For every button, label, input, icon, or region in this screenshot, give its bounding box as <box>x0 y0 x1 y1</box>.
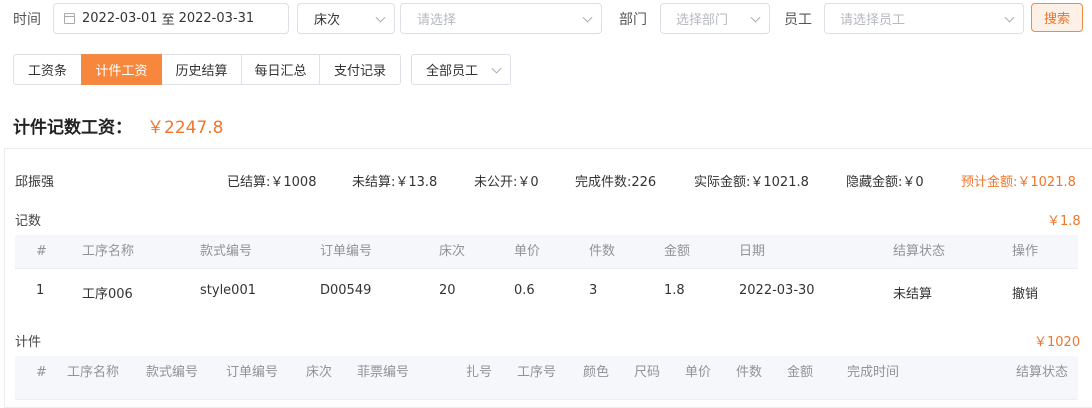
col-bed: 床次 <box>439 244 466 259</box>
piece-table-header: # 工序名称 款式编号 订单编号 床次 菲票编号 扎号 工序号 颜色 尺码 单价… <box>15 356 1078 400</box>
chevron-down-icon <box>375 12 386 23</box>
col-order: 订单编号 <box>320 244 373 259</box>
cell-price: 0.6 <box>514 283 535 298</box>
col-date: 日期 <box>739 244 766 259</box>
count-table-header: # 工序名称 款式编号 订单编号 床次 单价 件数 金额 日期 结算状态 操作 <box>15 235 1078 269</box>
col-bundle: 扎号 <box>466 365 493 380</box>
bed-label: 床次 <box>314 13 341 28</box>
col-style: 款式编号 <box>146 365 199 380</box>
emp-placeholder: 请选择员工 <box>840 13 906 28</box>
dept-select[interactable]: 选择部门 <box>660 3 770 34</box>
col-color: 颜色 <box>583 365 610 380</box>
time-label: 时间 <box>13 12 41 28</box>
cell-bed: 20 <box>439 283 456 298</box>
col-finish-time: 完成时间 <box>847 365 900 380</box>
worker-name: 邱振强 <box>15 175 55 190</box>
hidden-amount: 隐藏金额:￥0 <box>846 175 924 190</box>
revoke-link[interactable]: 撤销 <box>1012 283 1038 302</box>
employee-select[interactable]: 请选择员工 <box>824 3 1024 34</box>
unpublic-amount: 未公开:￥0 <box>474 175 539 190</box>
dept-label: 部门 <box>619 12 647 28</box>
cell-order: D00549 <box>320 283 372 298</box>
col-process: 工序名称 <box>82 244 135 259</box>
count-section-amount: ￥1.8 <box>1047 214 1081 229</box>
unsettled-amount: 未结算:￥13.8 <box>352 175 438 190</box>
chevron-down-icon <box>750 12 761 23</box>
count-section-label: 记数 <box>15 214 42 229</box>
tab-piece-wage[interactable]: 计件工资 <box>81 54 162 85</box>
piece-section-amount: ￥1020 <box>1034 335 1081 350</box>
all-employees-select[interactable]: 全部员工 <box>411 54 511 85</box>
col-status: 结算状态 <box>1016 365 1069 380</box>
col-bed: 床次 <box>306 365 333 380</box>
col-style: 款式编号 <box>200 244 253 259</box>
col-size: 尺码 <box>634 365 661 380</box>
piece-section-label: 计件 <box>15 335 42 350</box>
all-employees-label: 全部员工 <box>426 64 479 79</box>
cell-qty: 3 <box>589 283 598 298</box>
calendar-icon <box>64 13 75 24</box>
completed-count: 完成件数:226 <box>575 175 657 190</box>
col-action: 操作 <box>1012 244 1039 259</box>
cell-process: 工序006 <box>82 287 133 302</box>
estimated-amount: 预计金额:￥1021.8 <box>961 175 1076 190</box>
total-amount: ￥2247.8 <box>147 118 224 138</box>
date-start: 2022-03-01 <box>82 11 158 26</box>
date-separator: 至 <box>161 13 175 28</box>
chevron-down-icon <box>582 12 593 23</box>
settled-amount: 已结算:￥1008 <box>227 175 317 190</box>
col-ticket: 菲票编号 <box>357 365 410 380</box>
cell-index: 1 <box>36 283 45 298</box>
tab-payment-records[interactable]: 支付记录 <box>319 54 401 85</box>
date-range-picker[interactable]: 2022-03-01 至 2022-03-31 <box>53 3 289 34</box>
chevron-down-icon <box>491 63 502 74</box>
col-status: 结算状态 <box>893 244 946 259</box>
col-amount: 金额 <box>664 244 691 259</box>
cell-style: style001 <box>200 283 256 298</box>
bed-placeholder: 请选择 <box>417 13 457 28</box>
bed-select[interactable]: 请选择 <box>400 3 602 34</box>
date-end: 2022-03-31 <box>178 11 255 26</box>
page-title: 计件记数工资： <box>13 118 132 138</box>
col-amount: 金额 <box>787 365 814 380</box>
dept-placeholder: 选择部门 <box>676 13 729 28</box>
status-badge: 未结算 <box>893 287 933 302</box>
bed-field[interactable]: 床次 <box>297 3 395 34</box>
search-button[interactable]: 搜索 <box>1031 3 1083 32</box>
tab-group: 工资条 计件工资 历史结算 每日汇总 支付记录 <box>13 54 401 85</box>
tab-history-settlement[interactable]: 历史结算 <box>161 54 242 85</box>
chevron-down-icon <box>1004 12 1015 23</box>
col-qty: 件数 <box>589 244 616 259</box>
cell-date: 2022-03-30 <box>739 283 815 298</box>
col-price: 单价 <box>685 365 712 380</box>
col-process-no: 工序号 <box>517 365 557 380</box>
col-index: # <box>36 244 47 259</box>
col-price: 单价 <box>514 244 541 259</box>
emp-label: 员工 <box>784 12 812 28</box>
col-order: 订单编号 <box>226 365 279 380</box>
col-qty: 件数 <box>736 365 763 380</box>
actual-amount: 实际金额:￥1021.8 <box>694 175 809 190</box>
cell-amount: 1.8 <box>664 283 685 298</box>
tab-payslip[interactable]: 工资条 <box>13 54 82 85</box>
col-index: # <box>36 365 47 380</box>
tab-daily-summary[interactable]: 每日汇总 <box>241 54 320 85</box>
col-process: 工序名称 <box>67 365 120 380</box>
